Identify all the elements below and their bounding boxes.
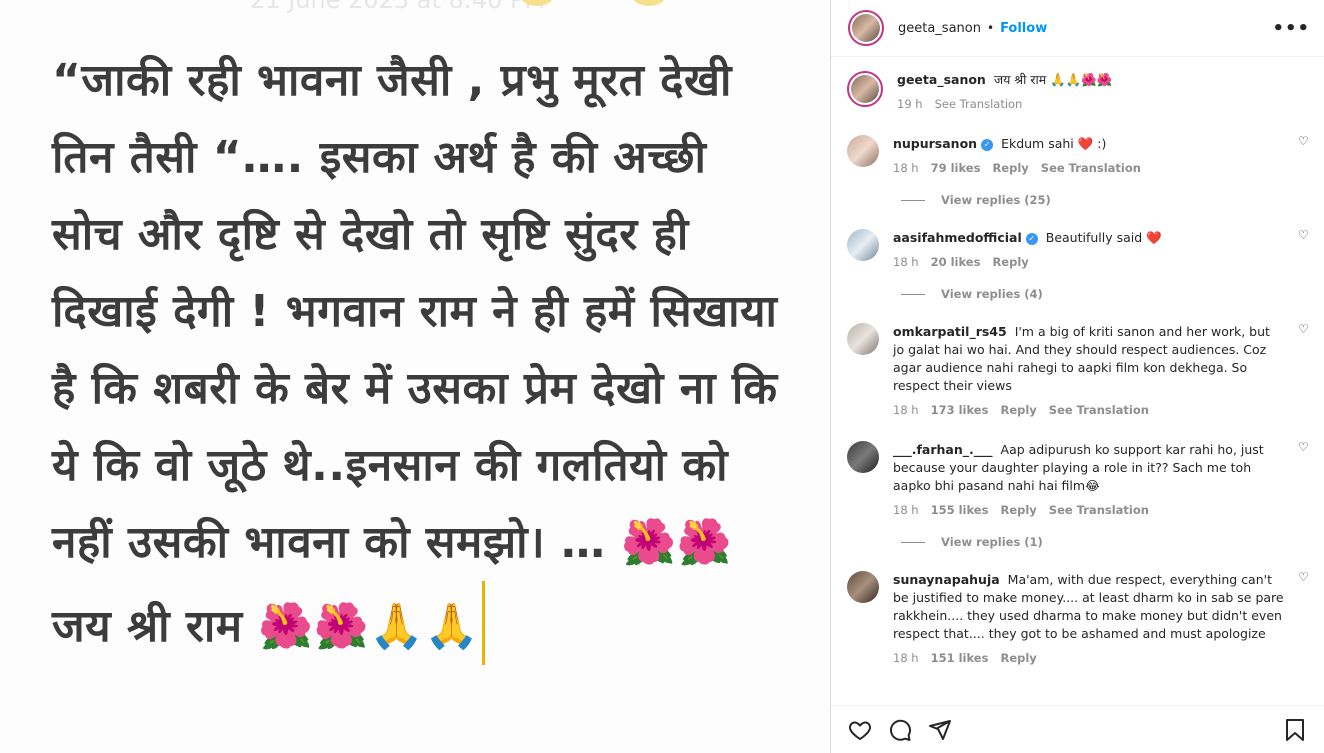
see-translation-link[interactable]: See Translation	[935, 95, 1023, 113]
see-translation-link[interactable]: See Translation	[1049, 501, 1149, 519]
like-comment-heart-icon[interactable]: ♡	[1298, 135, 1310, 147]
action-bar	[831, 705, 1324, 753]
post-side-panel: geeta_sanon • Follow ••• geeta_sanon जय …	[830, 0, 1324, 753]
avatar[interactable]	[847, 71, 883, 107]
caption-text: जय श्री राम 🙏🙏🌺🌺	[993, 72, 1113, 87]
comment-likes[interactable]: 155 likes	[931, 501, 989, 519]
share-icon[interactable]	[927, 717, 953, 743]
text-cursor	[481, 581, 485, 665]
faded-date-text: 21 June 2023 at 8:40 PM	[250, 0, 546, 14]
comment-username[interactable]: nupursanon	[893, 136, 977, 151]
view-replies-button[interactable]: View replies (25)	[901, 193, 1310, 207]
replies-line	[901, 541, 925, 543]
verified-badge-icon: ✓	[981, 138, 994, 151]
reply-button[interactable]: Reply	[992, 159, 1028, 177]
view-replies-label[interactable]: View replies (4)	[941, 287, 1043, 301]
post-text-content: “जाकी रही भावना जैसी , प्रभु मूरत देखी त…	[52, 55, 778, 652]
comment: nupursanon ✓ Ekdum sahi ❤️ :) 18 h 79 lik…	[847, 113, 1310, 177]
comment: ___.farhan_.___ Aap adipurush ko support…	[847, 419, 1310, 519]
separator-dot: •	[986, 21, 995, 35]
header-username[interactable]: geeta_sanon	[898, 21, 981, 36]
reply-button[interactable]: Reply	[1000, 501, 1036, 519]
avatar[interactable]	[847, 135, 879, 167]
comment-likes[interactable]: 20 likes	[931, 253, 981, 271]
post-image: 21 June 2023 at 8:40 PM “जाकी रही भावना …	[0, 0, 830, 753]
like-comment-heart-icon[interactable]: ♡	[1298, 441, 1310, 453]
comment-username[interactable]: aasifahmedofficial	[893, 230, 1022, 245]
verified-badge-icon: ✓	[1025, 232, 1038, 245]
replies-line	[901, 293, 925, 295]
view-replies-button[interactable]: View replies (4)	[901, 287, 1310, 301]
avatar[interactable]	[847, 571, 879, 603]
comment-time[interactable]: 18 h	[893, 253, 919, 271]
reply-button[interactable]: Reply	[1000, 401, 1036, 419]
like-comment-heart-icon[interactable]: ♡	[1298, 229, 1310, 241]
see-translation-link[interactable]: See Translation	[1049, 401, 1149, 419]
comment: sunaynapahuja Ma'am, with due respect, e…	[847, 549, 1310, 667]
comment-time[interactable]: 18 h	[893, 501, 919, 519]
reply-button[interactable]: Reply	[1000, 649, 1036, 667]
comment-likes[interactable]: 151 likes	[931, 649, 989, 667]
heart-icon[interactable]	[847, 717, 873, 743]
comment-likes[interactable]: 79 likes	[931, 159, 981, 177]
comment-time[interactable]: 18 h	[893, 649, 919, 667]
comments-list: geeta_sanon जय श्री राम 🙏🙏🌺🌺 19 h See Tr…	[831, 57, 1324, 667]
comment: omkarpatil_rs45 I'm a big of kriti sanon…	[847, 301, 1310, 419]
like-comment-heart-icon[interactable]: ♡	[1298, 571, 1310, 583]
avatar[interactable]	[847, 229, 879, 261]
comment-icon[interactable]	[887, 717, 913, 743]
comment: aasifahmedofficial ✓ Beautifully said ❤️ …	[847, 207, 1310, 271]
faded-emoji	[632, 0, 666, 6]
comment-time[interactable]: 18 h	[893, 401, 919, 419]
comment-text: Beautifully said ❤️	[1045, 230, 1162, 245]
comment-likes[interactable]: 173 likes	[931, 401, 989, 419]
bookmark-icon[interactable]	[1282, 717, 1308, 743]
avatar[interactable]	[848, 10, 884, 46]
comment-text: Ekdum sahi ❤️ :)	[1001, 136, 1107, 151]
like-comment-heart-icon[interactable]: ♡	[1298, 323, 1310, 335]
reply-button[interactable]: Reply	[992, 253, 1028, 271]
comment-username[interactable]: sunaynapahuja	[893, 572, 1000, 587]
view-replies-label[interactable]: View replies (25)	[941, 193, 1051, 207]
see-translation-link[interactable]: See Translation	[1041, 159, 1141, 177]
comment-username[interactable]: omkarpatil_rs45	[893, 324, 1007, 339]
avatar[interactable]	[847, 323, 879, 355]
replies-line	[901, 199, 925, 201]
caption: geeta_sanon जय श्री राम 🙏🙏🌺🌺 19 h See Tr…	[847, 57, 1310, 113]
follow-button[interactable]: Follow	[1000, 21, 1047, 36]
view-replies-label[interactable]: View replies (1)	[941, 535, 1043, 549]
more-options-icon[interactable]: •••	[1272, 18, 1310, 39]
post-text: “जाकी रही भावना जैसी , प्रभु मूरत देखी त…	[52, 42, 792, 665]
caption-username[interactable]: geeta_sanon	[897, 72, 986, 87]
caption-time[interactable]: 19 h	[897, 95, 923, 113]
comment-username[interactable]: ___.farhan_.___	[893, 442, 993, 457]
avatar[interactable]	[847, 441, 879, 473]
comment-time[interactable]: 18 h	[893, 159, 919, 177]
view-replies-button[interactable]: View replies (1)	[901, 535, 1310, 549]
post-header: geeta_sanon • Follow •••	[831, 0, 1324, 57]
